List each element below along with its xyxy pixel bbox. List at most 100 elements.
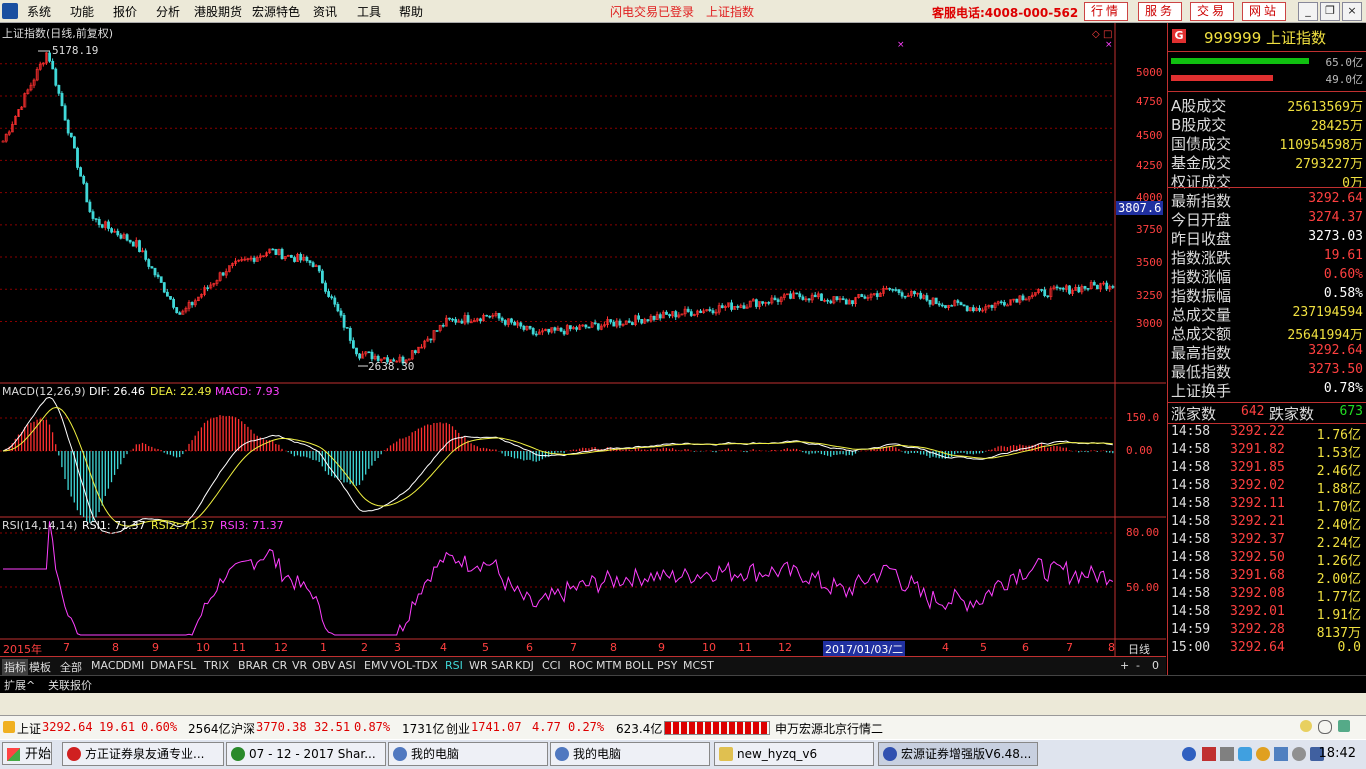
indicator-tab-psy[interactable]: PSY bbox=[657, 659, 677, 672]
y-axis-tick: 3500 bbox=[1136, 256, 1163, 269]
minimize-button[interactable]: _ bbox=[1298, 2, 1318, 21]
task-mycomputer-1[interactable]: 我的电脑 bbox=[388, 742, 548, 766]
indicator-tab-指标[interactable]: 指标 bbox=[2, 659, 28, 675]
indicator-tab-模板[interactable]: 模板 bbox=[29, 659, 51, 675]
menu-function[interactable]: 功能 bbox=[70, 3, 94, 20]
clock[interactable]: 18:42 bbox=[1319, 746, 1356, 761]
website-button[interactable]: 网站 bbox=[1242, 2, 1287, 21]
menu-analysis[interactable]: 分析 bbox=[156, 3, 180, 20]
candle-body bbox=[897, 289, 901, 293]
indicator-tab-cci[interactable]: CCI bbox=[542, 659, 561, 672]
flag-icon[interactable] bbox=[1202, 747, 1216, 761]
tick-row[interactable]: 14:58 3292.50 1.26亿 bbox=[1168, 550, 1366, 569]
menu-quote[interactable]: 报价 bbox=[113, 3, 137, 20]
indicator-tab-brar[interactable]: BRAR bbox=[238, 659, 268, 672]
tick-amount: 0.0 bbox=[1337, 640, 1361, 655]
menu-system[interactable]: 系统 bbox=[27, 3, 51, 20]
task-fangzheng[interactable]: 方正证券泉友通专业... bbox=[62, 742, 224, 766]
zoom-button[interactable]: + bbox=[1120, 659, 1129, 672]
indicator-tab-roc[interactable]: ROC bbox=[569, 659, 593, 672]
tick-price: 3292.11 bbox=[1230, 496, 1285, 511]
task-excel[interactable]: 07 - 12 - 2017 Shar... bbox=[226, 742, 386, 766]
candle-body bbox=[451, 318, 455, 321]
tick-row[interactable]: 14:58 3291.85 2.46亿 bbox=[1168, 460, 1366, 479]
menu-news[interactable]: 资讯 bbox=[313, 3, 337, 20]
network-tray-icon[interactable] bbox=[1274, 747, 1288, 761]
indicator-tab-obv[interactable]: OBV bbox=[312, 659, 335, 672]
tick-row[interactable]: 14:58 3292.02 1.88亿 bbox=[1168, 478, 1366, 497]
candle-body bbox=[575, 327, 579, 330]
kline-chart[interactable]: × × ◇ □ bbox=[0, 23, 1166, 656]
tick-row[interactable]: 14:59 3292.28 8137万 bbox=[1168, 622, 1366, 641]
indicator-tab-fsl[interactable]: FSL bbox=[177, 659, 196, 672]
tick-row[interactable]: 14:58 3292.21 2.40亿 bbox=[1168, 514, 1366, 533]
tick-row[interactable]: 14:58 3292.11 1.70亿 bbox=[1168, 496, 1366, 515]
indicator-tab-vol-tdx[interactable]: VOL-TDX bbox=[390, 659, 438, 672]
rsi-axis-tick: 80.00 bbox=[1126, 526, 1160, 539]
service-button[interactable]: 服务 bbox=[1138, 2, 1183, 21]
menu-tools[interactable]: 工具 bbox=[357, 3, 381, 20]
indicator-tab-macd[interactable]: MACD bbox=[91, 659, 124, 672]
indicator-tab-mcst[interactable]: MCST bbox=[683, 659, 714, 672]
stat-label: 基金成交 bbox=[1171, 154, 1232, 172]
trade-button[interactable]: 交易 bbox=[1190, 2, 1235, 21]
tick-row[interactable]: 14:58 3292.08 1.77亿 bbox=[1168, 586, 1366, 605]
indicator-tab-dmi[interactable]: DMI bbox=[123, 659, 144, 672]
candle-body bbox=[79, 167, 83, 177]
candle-body bbox=[1096, 284, 1099, 290]
tick-amount: 1.53亿 bbox=[1316, 446, 1361, 461]
tick-row[interactable]: 14:58 3291.68 2.00亿 bbox=[1168, 568, 1366, 587]
candle-body bbox=[91, 211, 95, 219]
indicator-tab-wr[interactable]: WR bbox=[469, 659, 488, 672]
tick-row[interactable]: 14:58 3292.37 2.24亿 bbox=[1168, 532, 1366, 551]
tick-row[interactable]: 14:58 3291.82 1.53亿 bbox=[1168, 442, 1366, 461]
security-icon[interactable] bbox=[1256, 747, 1270, 761]
expand-button[interactable]: 扩展^ bbox=[4, 677, 35, 693]
start-button[interactable]: 开始 bbox=[2, 742, 52, 765]
tick-list[interactable]: 14:58 3292.22 1.76亿 14:58 3291.82 1.53亿 14:58 3… bbox=[1168, 423, 1366, 673]
close-button[interactable]: × bbox=[1342, 2, 1362, 21]
related-quotes-button[interactable]: 关联报价 bbox=[48, 677, 92, 693]
bluetooth-icon[interactable] bbox=[1182, 747, 1196, 761]
task-hongyuan[interactable]: 宏源证券增强版V6.48... bbox=[878, 742, 1038, 766]
indicator-tab-rsi[interactable]: RSI bbox=[445, 659, 463, 672]
sh-label: 上证 bbox=[17, 722, 42, 736]
tick-amount: 2.00亿 bbox=[1316, 572, 1361, 587]
menu-hongyuan[interactable]: 宏源特色 bbox=[252, 3, 300, 20]
indicator-tab-kdj[interactable]: KDJ bbox=[515, 659, 534, 672]
indicator-tab-cr[interactable]: CR bbox=[272, 659, 287, 672]
shield-icon[interactable] bbox=[1238, 747, 1252, 761]
task-mycomputer-2[interactable]: 我的电脑 bbox=[550, 742, 710, 766]
candle-body bbox=[618, 320, 622, 326]
indicator-tab-asi[interactable]: ASI bbox=[338, 659, 356, 672]
indicator-tab-trix[interactable]: TRIX bbox=[204, 659, 229, 672]
indicator-tab-dma[interactable]: DMA bbox=[150, 659, 176, 672]
tick-time: 14:58 bbox=[1171, 532, 1211, 547]
restore-button[interactable]: ❐ bbox=[1320, 2, 1340, 21]
candle-body bbox=[627, 320, 631, 323]
chart-area[interactable]: × × ◇ □ 上证指数(日线,前复权) 5178.19 2638.30 3807.6… bbox=[0, 23, 1166, 657]
zoom-button[interactable]: - bbox=[1136, 659, 1140, 672]
indicator-tab-sar[interactable]: SAR bbox=[491, 659, 513, 672]
lock-icon[interactable] bbox=[1300, 720, 1312, 732]
tick-time: 14:59 bbox=[1171, 622, 1211, 637]
period-label[interactable]: 日线 bbox=[1128, 641, 1150, 657]
tick-row[interactable]: 15:00 3292.64 0.0 bbox=[1168, 640, 1366, 658]
tick-row[interactable]: 14:58 3292.01 1.91亿 bbox=[1168, 604, 1366, 623]
indicator-tab-全部[interactable]: 全部 bbox=[60, 659, 82, 675]
menu-hk-futures[interactable]: 港股期货 bbox=[194, 3, 242, 20]
task-folder[interactable]: new_hyzq_v6 bbox=[714, 742, 874, 766]
settings-icon[interactable] bbox=[1318, 720, 1332, 734]
indicator-tab-emv[interactable]: EMV bbox=[364, 659, 388, 672]
volume-icon[interactable] bbox=[1292, 747, 1306, 761]
indicator-tab-vr[interactable]: VR bbox=[292, 659, 307, 672]
indicator-tab-boll[interactable]: BOLL bbox=[625, 659, 653, 672]
x-axis-label: 2017/01/03/二 bbox=[823, 641, 906, 657]
keyboard-icon[interactable] bbox=[1220, 747, 1234, 761]
network-icon[interactable] bbox=[1338, 720, 1350, 732]
menu-help[interactable]: 帮助 bbox=[399, 3, 423, 20]
zoom-button[interactable]: 0 bbox=[1152, 659, 1159, 672]
indicator-tab-mtm[interactable]: MTM bbox=[596, 659, 622, 672]
quote-button[interactable]: 行情 bbox=[1084, 2, 1129, 21]
tick-row[interactable]: 14:58 3292.22 1.76亿 bbox=[1168, 424, 1366, 443]
